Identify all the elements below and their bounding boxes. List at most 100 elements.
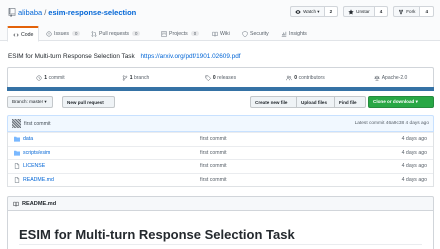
tag-icon <box>205 74 211 81</box>
file-commit-message[interactable]: first commit <box>200 163 227 169</box>
tab-security[interactable]: Security <box>237 26 274 41</box>
readme-title: ESIM for Multi-turn Response Selection T… <box>19 227 295 242</box>
branch-select[interactable]: Branch: master ▾ <box>7 96 53 108</box>
eye-icon <box>295 9 301 14</box>
readme-filename: README.md <box>22 200 57 207</box>
readme-divider <box>19 244 422 245</box>
tab-pull-requests[interactable]: Pull requests 0 <box>86 26 145 41</box>
tab-wiki-label: Wiki <box>220 30 230 37</box>
code-icon <box>13 33 19 36</box>
contributors-link[interactable]: 0 contributors <box>263 68 348 87</box>
file-commit-message[interactable]: first commit <box>200 150 227 156</box>
shield-icon <box>242 30 248 37</box>
branches-label: branch <box>133 74 150 81</box>
repo-nav-tabs: Code Issues 0 Pull requests 0 Projects 0… <box>0 24 440 42</box>
language-bar[interactable] <box>7 87 434 91</box>
clone-download-button[interactable]: Clone or download ▾ <box>368 96 434 108</box>
folder-icon <box>14 137 20 142</box>
file-age: 4 days ago <box>401 136 427 143</box>
tab-issues[interactable]: Issues 0 <box>41 26 85 41</box>
file-name-link[interactable]: data <box>23 136 33 142</box>
commits-count: 1 <box>44 74 48 81</box>
watch-button[interactable]: Watch ▾ <box>290 6 325 17</box>
latest-commit-message[interactable]: first commit <box>24 121 51 127</box>
file-name-link[interactable]: scripts/esim <box>23 150 50 156</box>
pull-requests-counter: 0 <box>132 31 141 36</box>
star-icon <box>348 8 354 14</box>
folder-icon <box>14 150 20 156</box>
contributors-label: contributors <box>298 74 325 81</box>
upload-files-button[interactable]: Upload files <box>296 96 335 108</box>
table-row[interactable]: LICENSE first commit 4 days ago <box>8 159 433 173</box>
file-icon <box>14 176 20 183</box>
fork-icon <box>399 9 404 14</box>
new-pull-request-button[interactable]: New pull request <box>62 96 115 108</box>
readme-body: ESIM for Multi-turn Response Selection T… <box>7 211 434 249</box>
releases-label: releases <box>217 74 237 81</box>
repo-name-link[interactable]: esim-response-selection <box>48 8 136 17</box>
law-icon <box>374 75 380 80</box>
issues-counter: 0 <box>72 31 81 36</box>
tab-wiki[interactable]: Wiki <box>207 26 235 41</box>
file-age: 4 days ago <box>401 176 427 183</box>
tab-insights-label: Insights <box>289 30 307 37</box>
readme-header: README.md <box>7 196 434 211</box>
projects-counter: 0 <box>190 31 200 36</box>
tab-pull-requests-label: Pull requests <box>99 30 129 37</box>
tab-issues-label: Issues <box>54 30 69 37</box>
releases-link[interactable]: 0 releases <box>178 68 263 87</box>
file-age: 4 days ago <box>401 149 427 156</box>
watch-label: Watch ▾ <box>303 8 320 14</box>
repo-icon <box>8 7 16 17</box>
book-icon <box>13 201 19 206</box>
fork-label: Fork <box>406 9 416 14</box>
commits-label: commit <box>48 74 65 81</box>
license-label: Apache-2.0 <box>381 74 408 81</box>
latest-commit-meta[interactable]: Latest commit 46a9c38 4 days ago <box>355 121 429 126</box>
file-name-link[interactable]: README.md <box>23 177 54 183</box>
project-icon <box>161 30 167 37</box>
table-row[interactable]: scripts/esim first commit 4 days ago <box>8 145 433 160</box>
fork-count[interactable]: 4 <box>420 6 434 17</box>
file-navigation: Branch: master ▾ New pull request Create… <box>7 96 434 109</box>
file-commit-message[interactable]: first commit <box>200 136 227 142</box>
repo-description: ESIM for Multi-turn Response Selection T… <box>8 53 241 60</box>
star-count[interactable]: 4 <box>374 6 389 17</box>
graph-icon <box>281 31 287 37</box>
license-link[interactable]: Apache-2.0 <box>348 68 433 87</box>
fork-button[interactable]: Fork <box>393 6 421 17</box>
tab-security-label: Security <box>250 30 269 37</box>
description-text: ESIM for Multi-turn Response Selection T… <box>8 53 135 60</box>
commits-link[interactable]: 1 commit <box>8 68 93 87</box>
create-new-file-button[interactable]: Create new file <box>250 96 297 108</box>
table-row[interactable]: data first commit 4 days ago <box>8 132 433 146</box>
file-table: data first commit 4 days ago scripts/esi… <box>7 132 434 187</box>
tab-projects-label: Projects <box>169 30 188 37</box>
file-age: 4 days ago <box>401 163 427 170</box>
watch-count[interactable]: 2 <box>324 6 339 17</box>
history-icon <box>36 75 42 80</box>
book-icon <box>212 31 218 36</box>
table-row[interactable]: README.md first commit 4 days ago <box>8 172 433 187</box>
tab-projects[interactable]: Projects 0 <box>156 26 204 41</box>
find-file-button[interactable]: Find file <box>334 96 366 108</box>
contributors-count: 0 <box>294 74 298 81</box>
unstar-button[interactable]: Unstar <box>343 6 375 17</box>
branches-count: 1 <box>129 74 133 81</box>
file-commit-message[interactable]: first commit <box>200 177 227 183</box>
unstar-label: Unstar <box>356 9 370 14</box>
file-name-link[interactable]: LICENSE <box>23 163 45 169</box>
tab-code[interactable]: Code <box>7 26 40 42</box>
description-link[interactable]: https://arxiv.org/pdf/1901.02609.pdf <box>140 53 240 60</box>
numbers-summary: 1 commit 1 branch 0 releases 0 contribut… <box>7 67 434 87</box>
repo-title: alibaba / esim-response-selection <box>8 6 136 18</box>
issue-icon <box>46 30 52 37</box>
pull-request-icon <box>91 30 97 37</box>
avatar[interactable] <box>12 119 21 128</box>
tab-insights[interactable]: Insights <box>276 26 312 41</box>
tab-code-label: Code <box>21 31 34 38</box>
people-icon <box>286 75 292 80</box>
branch-icon <box>122 74 127 81</box>
repo-owner-link[interactable]: alibaba <box>18 8 42 17</box>
branches-link[interactable]: 1 branch <box>93 68 178 87</box>
